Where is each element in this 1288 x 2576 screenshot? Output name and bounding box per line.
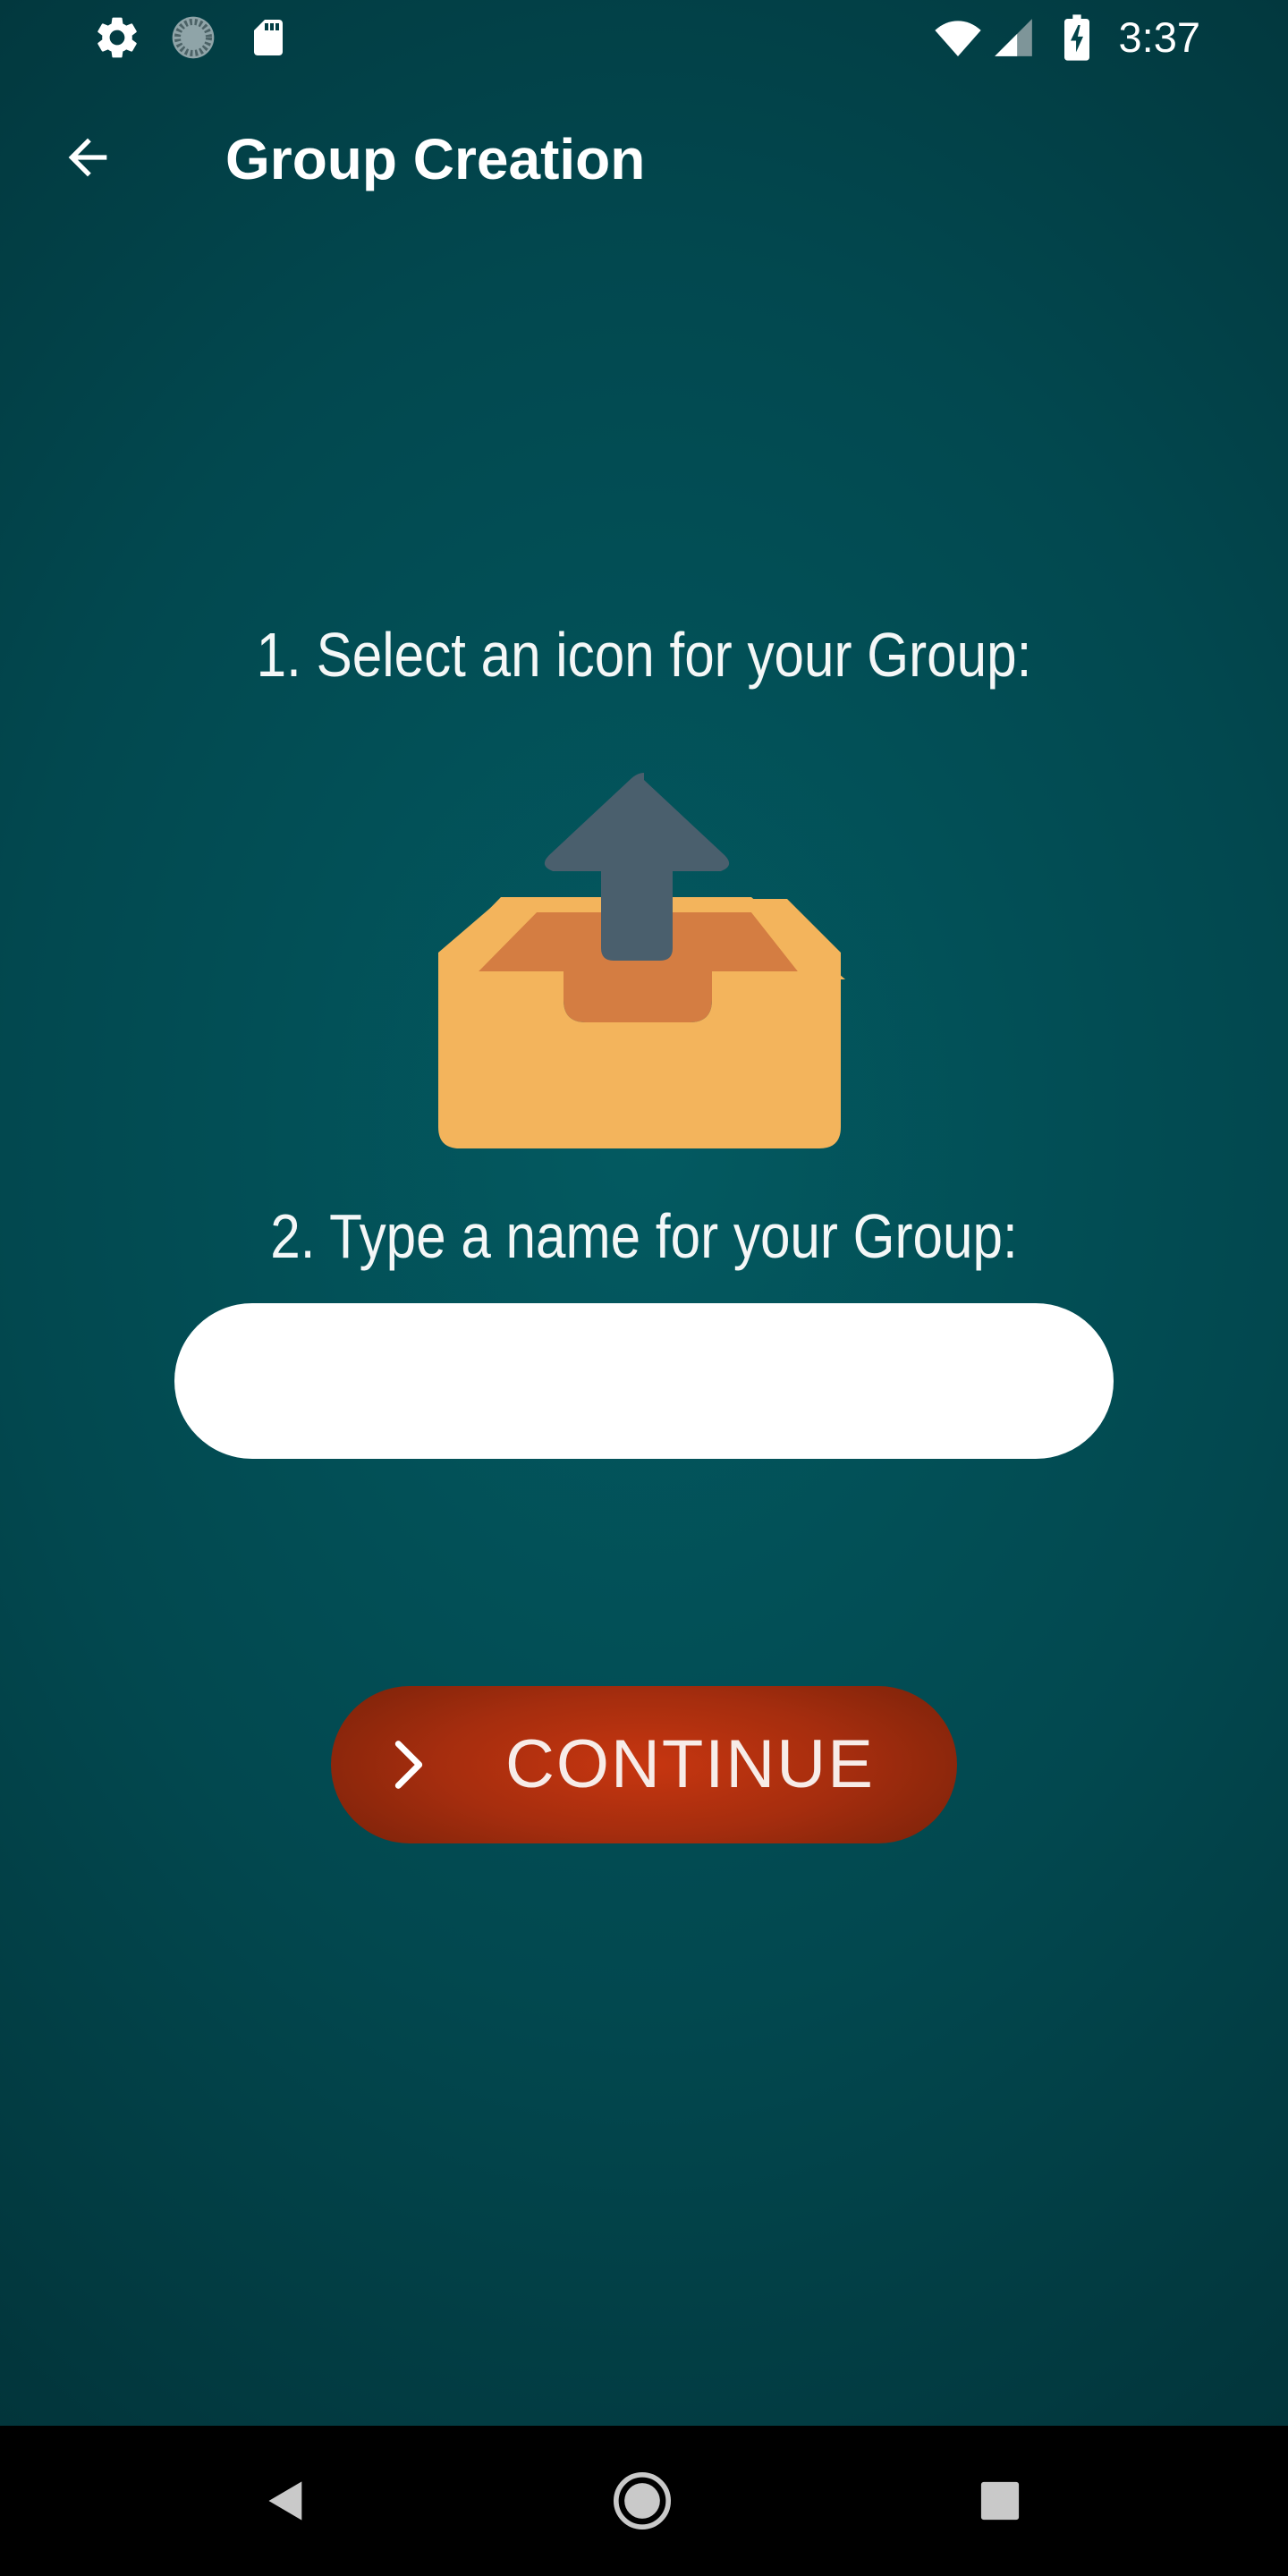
nav-home-button[interactable] <box>597 2456 687 2546</box>
sync-circle-icon <box>172 16 215 59</box>
nav-recents-button[interactable] <box>955 2456 1045 2546</box>
back-button[interactable] <box>43 113 132 202</box>
status-time: 3:37 <box>1118 13 1200 61</box>
sd-card-icon <box>254 20 283 55</box>
status-bar: 3:37 <box>0 0 1288 79</box>
continue-label: CONTINUE <box>505 1726 875 1802</box>
app-bar: Group Creation <box>0 79 1288 249</box>
cell-signal-icon <box>995 19 1032 56</box>
back-triangle-icon <box>268 2481 302 2521</box>
wifi-icon <box>935 21 981 56</box>
group-name-input[interactable] <box>174 1303 1114 1459</box>
home-circle-icon <box>613 2471 672 2530</box>
step2-label: 2. Type a name for your Group: <box>270 1201 1018 1271</box>
step1-label: 1. Select an icon for your Group: <box>256 620 1032 690</box>
recents-square-icon <box>980 2481 1020 2521</box>
chevron-right-icon <box>394 1741 423 1789</box>
nav-back-button[interactable] <box>242 2456 331 2546</box>
gear-icon <box>97 17 137 58</box>
continue-button[interactable]: CONTINUE <box>331 1686 957 1843</box>
battery-charging-icon <box>1064 14 1089 61</box>
system-nav-bar <box>0 2426 1288 2576</box>
arrow-back-icon <box>68 138 107 177</box>
page-title: Group Creation <box>225 127 646 191</box>
inbox-upload-icon[interactable] <box>438 769 850 1154</box>
